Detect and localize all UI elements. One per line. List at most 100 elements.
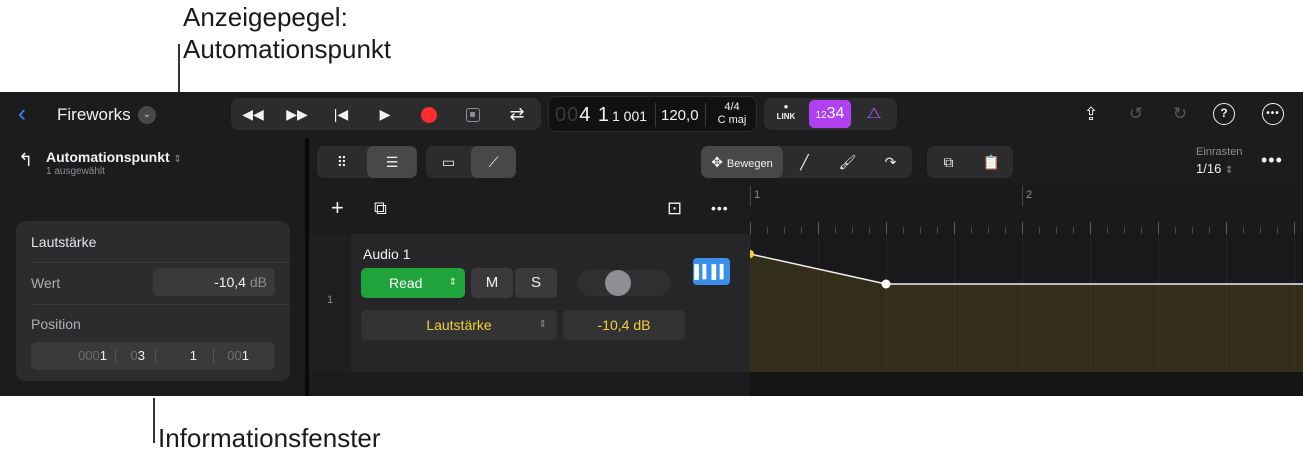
pan-slider[interactable] [577,270,671,296]
position-division[interactable]: 1 [157,342,197,370]
region-icon[interactable]: ▭ [426,146,471,178]
divider [213,349,214,363]
lcd-position-dim: 00 [555,104,580,126]
tracks-view-icon[interactable]: ☰ [367,146,417,178]
ruler[interactable]: 12 [750,186,1303,234]
project-title[interactable]: Fireworks [57,105,131,125]
position-dim: 000 [78,348,100,363]
plus-icon[interactable]: + [331,195,344,221]
lcd-display[interactable]: 004 1 1 001 120,0 4/4 C maj [548,96,757,132]
sort-arrows-icon: ⇕ [1224,165,1234,176]
ruler-tick [1260,227,1261,234]
lcd-position-main: 4 1 [579,104,611,126]
more-icon[interactable]: ••• [1262,103,1284,125]
mute-button[interactable]: M [471,268,513,298]
automation-point-selected[interactable] [881,279,891,289]
tool-segment: ✥ Bewegen ╱ 🖌 ↷ [701,146,912,178]
position-tick[interactable]: 001 [215,342,249,370]
undo-icon[interactable]: ↺ [1125,103,1147,125]
play-icon[interactable]: ▶ [363,98,407,130]
inspector-title[interactable]: Automationspunkt ⇕ [46,149,182,165]
link-button[interactable]: ● LINK [772,102,800,126]
track-name[interactable]: Audio 1 [363,246,410,262]
ruler-tick [1039,227,1040,234]
waveform-icon[interactable]: ▌▍▌▍ [693,258,730,285]
position-bar[interactable]: 0001 [31,342,107,370]
tracks-area: ⠿ ☰ ▭ ⟋ ✥ Bewegen ╱ 🖌 ↷ ⧉ 📋 Einrasten 1/… [309,138,1303,396]
automation-parameter-value[interactable]: -10,4 dB [563,310,685,340]
ruler-tick [801,227,802,234]
copy-icon[interactable]: ⧉ [927,146,970,178]
ruler-tick [1107,227,1108,234]
callout-leader-bottom [153,398,155,443]
curve-icon[interactable]: ↷ [869,146,912,178]
mode-tools: ● LINK 1234 ⧍ [764,98,897,130]
pencil-icon[interactable]: ╱ [783,146,826,178]
lcd-signature: 4/4 C maj [709,101,755,127]
metronome-icon[interactable]: ⧍ [860,101,888,127]
lcd-time-signature: 4/4 [724,101,740,113]
import-icon[interactable]: ⊡ [667,198,682,219]
record-icon[interactable] [407,98,451,130]
link-icon: ● [783,102,789,111]
value-label: Wert [31,275,61,291]
snap-value[interactable]: 1/16 ⇕ [1196,161,1233,176]
clipboard-segment: ⧉ 📋 [927,146,1013,178]
cycle-icon[interactable]: ⇄ [495,98,539,130]
divider [115,349,116,363]
callout-top-line2: Automationspunkt [183,34,392,64]
help-icon[interactable]: ? [1213,103,1235,125]
callout-top-line1: Anzeigepegel: [183,2,348,32]
value-number: -10,4 [214,274,246,290]
automation-curve[interactable] [750,234,1303,372]
inspector-card: Lautstärke Wert -10,4 dB Position 0001 0… [16,221,290,381]
automation-parameter-label: Lautstärke [426,317,492,333]
pan-knob[interactable] [605,270,631,296]
return-up-icon[interactable]: ↰ [18,150,33,171]
position-beat[interactable]: 03 [117,342,145,370]
share-icon[interactable]: ⇪ [1080,103,1102,125]
track-header[interactable]: 1 Audio 1 Read ⇕ M S ▌▍▌▍ Lautstärke ⇕ -10… [309,234,750,372]
automation-mode-button[interactable]: Read ⇕ [361,268,465,298]
lcd-tempo: 120,0 [661,107,699,124]
lcd-separator [705,103,706,127]
value-field[interactable]: -10,4 dB [153,268,275,296]
ruler-tick [1294,222,1295,234]
chevron-down-icon[interactable]: ⌄ [138,106,156,124]
capture-record-icon[interactable] [451,98,495,130]
fast-forward-icon[interactable]: ▶▶ [275,98,319,130]
lcd-position-sub: 1 001 [612,108,648,124]
ruler-tick [1226,222,1227,234]
more-icon[interactable]: ••• [1261,150,1283,171]
move-tool[interactable]: ✥ Bewegen [701,146,783,178]
timeline[interactable]: 12 [750,186,1303,396]
grid-icon[interactable]: ⠿ [317,146,367,178]
position-value: 1 [241,348,249,363]
ruler-tick [767,227,768,234]
divider [155,349,156,363]
ruler-tick [869,227,870,234]
brush-icon[interactable]: 🖌 [826,146,869,178]
automation-parameter-select[interactable]: Lautstärke ⇕ [361,310,557,340]
divider [31,304,290,305]
count-in-button[interactable]: 1234 [809,100,851,128]
ruler-tick [1090,222,1091,234]
duplicate-track-icon[interactable]: ⧉ [374,198,387,219]
paste-icon[interactable]: 📋 [970,146,1013,178]
ruler-tick [1175,227,1176,234]
ruler-tick [835,227,836,234]
bar-line [750,186,751,206]
back-chevron-icon[interactable]: ‹ [18,102,26,126]
rewind-icon[interactable]: ◀◀ [231,98,275,130]
more-icon[interactable]: ••• [711,200,729,216]
move-label: Bewegen [726,158,773,170]
automation-curve-icon[interactable]: ⟋ [471,146,516,178]
count-in-small: 12 [815,110,827,121]
redo-icon[interactable]: ↻ [1169,103,1191,125]
go-to-start-icon[interactable]: |◀ [319,98,363,130]
ruler-tick [954,222,955,234]
value-unit: dB [249,274,267,290]
snap-label: Einrasten [1196,146,1243,158]
solo-button[interactable]: S [515,268,557,298]
position-field[interactable]: 0001 03 1 001 [31,342,275,370]
